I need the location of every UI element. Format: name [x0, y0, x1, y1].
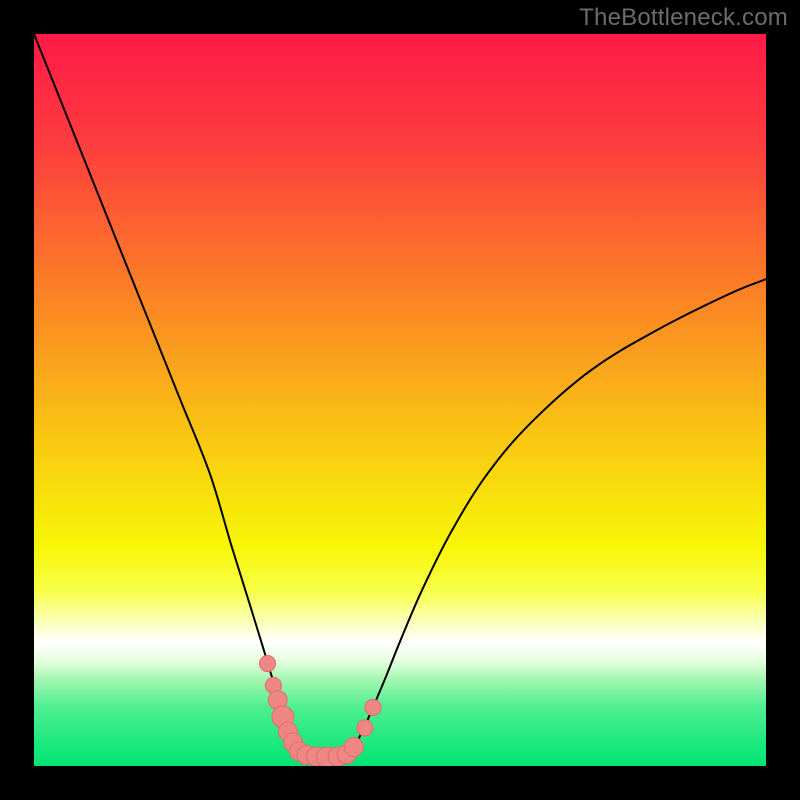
marker-dot — [259, 655, 275, 671]
chart-frame: TheBottleneck.com — [0, 0, 800, 800]
marker-dot — [365, 699, 381, 715]
marker-dot — [357, 720, 373, 736]
plot-area — [34, 34, 766, 766]
gradient-background — [34, 34, 766, 766]
marker-dot — [344, 737, 363, 756]
chart-svg — [34, 34, 766, 766]
watermark-text: TheBottleneck.com — [579, 4, 788, 32]
